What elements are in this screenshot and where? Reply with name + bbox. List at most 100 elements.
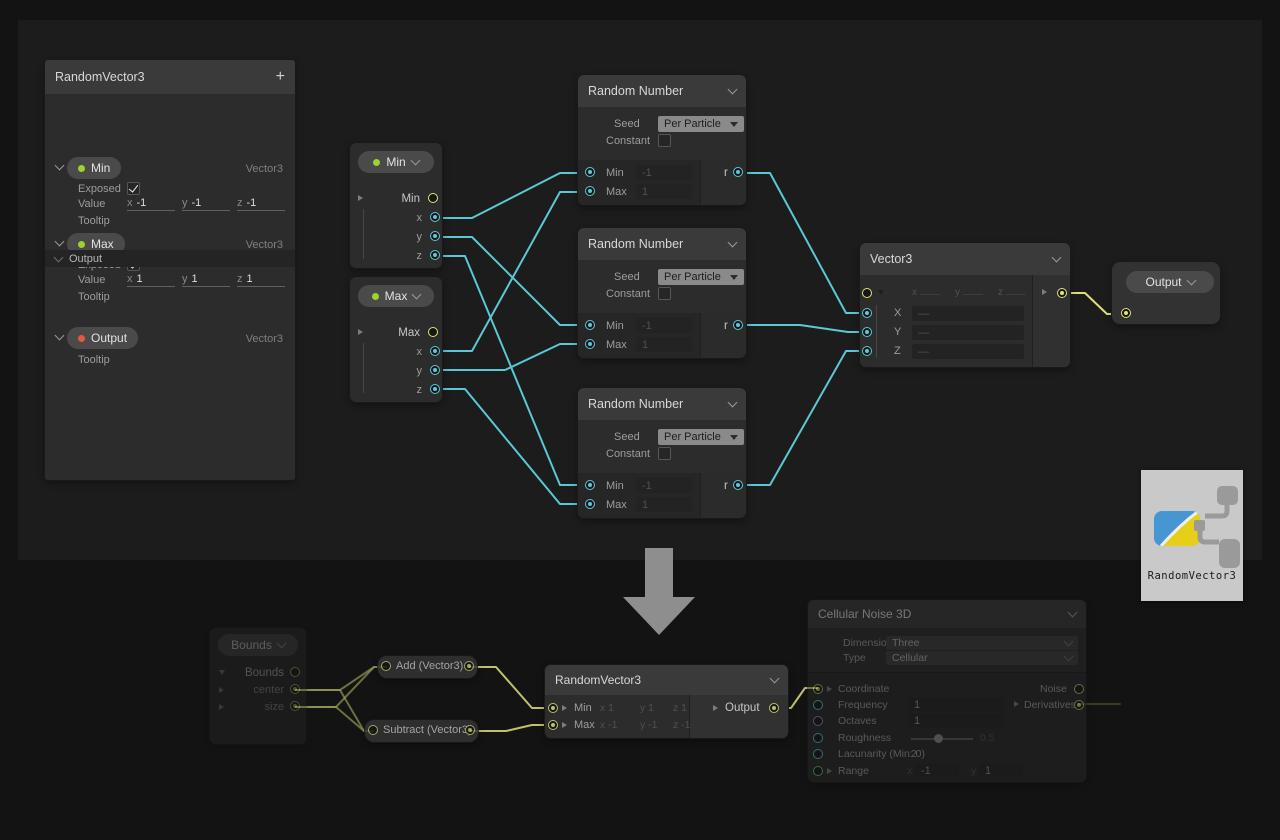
port-rv3-out[interactable] [769, 703, 779, 713]
node-header[interactable]: Random Number [578, 388, 746, 420]
max-field[interactable]: 1 [636, 184, 692, 199]
port-max-composite[interactable] [428, 327, 438, 337]
port-frequency[interactable] [813, 700, 823, 710]
bounds-node[interactable]: Bounds Bounds center size [210, 628, 306, 744]
constant-checkbox[interactable] [658, 287, 671, 300]
random-number-node[interactable]: Random Number Seed Per Particle Constant… [578, 228, 746, 358]
parameter-pill[interactable]: Min [358, 151, 434, 173]
port-rn-r[interactable] [733, 320, 743, 330]
port-max-z[interactable] [430, 384, 440, 394]
value-field-x[interactable]: x 1 [127, 273, 175, 287]
foldout-triangle-icon[interactable] [827, 686, 832, 692]
port-rn-r[interactable] [733, 480, 743, 490]
port-add-out[interactable] [464, 661, 474, 671]
roughness-slider-handle[interactable] [934, 734, 943, 743]
type-dropdown[interactable]: Cellular [886, 651, 1078, 665]
vector3-node[interactable]: Vector3 x y z X — Y — Z — [860, 243, 1070, 367]
subgraph-asset-card[interactable]: RandomVector3 [1141, 470, 1243, 601]
parameter-pill[interactable]: Max [358, 285, 434, 307]
add-vector3-node[interactable]: Add (Vector3) [378, 656, 477, 678]
y-field[interactable]: — [912, 325, 1024, 340]
min-field[interactable]: -1 [636, 165, 692, 180]
value-field-y[interactable]: y 1 [182, 273, 230, 287]
chevron-down-icon[interactable] [770, 674, 780, 684]
port-derivatives-out[interactable] [1074, 700, 1084, 710]
port-min-z[interactable] [430, 250, 440, 260]
port-rn-min[interactable] [585, 167, 595, 177]
property-pill-min[interactable]: Min [67, 157, 121, 179]
blackboard-header[interactable]: RandomVector3 + [45, 60, 295, 94]
port-bounds-center[interactable] [290, 684, 300, 694]
output-pill[interactable]: Output [1126, 271, 1214, 293]
add-property-button[interactable]: + [276, 68, 285, 86]
parameter-pill[interactable]: Bounds [218, 634, 298, 656]
foldout-triangle-icon[interactable] [827, 768, 832, 774]
node-header[interactable]: RandomVector3 [545, 665, 788, 695]
range-y-field[interactable]: 1 [979, 764, 1023, 777]
port-rn-min[interactable] [585, 480, 595, 490]
port-range[interactable] [813, 766, 823, 776]
random-number-node[interactable]: Random Number Seed Per Particle Constant… [578, 388, 746, 518]
cellular-noise-node[interactable]: Cellular Noise 3D Dimensions Three Type … [808, 600, 1086, 782]
port-v3-composite[interactable] [862, 288, 872, 298]
port-rn-max[interactable] [585, 499, 595, 509]
foldout-triangle-icon[interactable] [562, 705, 567, 711]
node-header[interactable]: Cellular Noise 3D [808, 600, 1086, 628]
min-field[interactable]: -1 [636, 318, 692, 333]
max-field[interactable]: 1 [636, 497, 692, 512]
port-roughness[interactable] [813, 733, 823, 743]
chevron-down-icon[interactable] [55, 161, 65, 171]
port-rv3-min[interactable] [548, 703, 558, 713]
port-rv3-max[interactable] [548, 720, 558, 730]
output-node[interactable]: Output [1112, 262, 1220, 324]
seed-dropdown[interactable]: Per Particle [658, 116, 744, 132]
z-field[interactable]: — [912, 344, 1024, 359]
seed-dropdown[interactable]: Per Particle [658, 429, 744, 445]
octaves-field[interactable]: 1 [908, 714, 1003, 727]
port-v3-z[interactable] [862, 346, 872, 356]
parameter-node-max[interactable]: Max Max x y z [350, 277, 442, 402]
frequency-field[interactable]: 1 [908, 698, 1003, 711]
port-rn-r[interactable] [733, 167, 743, 177]
chevron-down-icon[interactable] [728, 85, 738, 95]
port-coordinate[interactable] [813, 684, 823, 694]
chevron-down-icon[interactable] [1052, 253, 1062, 263]
port-lacunarity[interactable] [813, 749, 823, 759]
port-max-y[interactable] [430, 365, 440, 375]
property-pill-output[interactable]: Output [67, 327, 138, 349]
x-field[interactable]: — [912, 306, 1024, 321]
edge-add-rv3min[interactable] [470, 667, 553, 708]
chevron-down-icon[interactable] [55, 331, 65, 341]
port-rn-min[interactable] [585, 320, 595, 330]
port-min-x[interactable] [430, 212, 440, 222]
port-rn-max[interactable] [585, 186, 595, 196]
foldout-triangle-icon[interactable] [219, 687, 224, 693]
randomvector3-node[interactable]: RandomVector3 Min x 1 y 1 z 1 Max x -1 y… [545, 665, 788, 738]
constant-checkbox[interactable] [658, 447, 671, 460]
range-x-field[interactable]: -1 [915, 764, 959, 777]
subtract-vector3-node[interactable]: Subtract (Vector3) [365, 720, 478, 742]
edge-size-sub[interactable] [296, 707, 373, 731]
port-subtract-in[interactable] [368, 725, 378, 735]
port-output-in[interactable] [1121, 308, 1131, 318]
value-field-z[interactable]: z 1 [237, 273, 285, 287]
foldout-triangle-icon[interactable] [358, 195, 363, 201]
min-field[interactable]: -1 [636, 478, 692, 493]
foldout-triangle-icon[interactable] [562, 722, 567, 728]
port-v3-x[interactable] [862, 308, 872, 318]
value-field-y[interactable]: y -1 [182, 197, 230, 211]
foldout-triangle-icon[interactable] [358, 329, 363, 335]
random-number-node[interactable]: Random Number Seed Per Particle Constant… [578, 75, 746, 205]
port-v3-out[interactable] [1057, 288, 1067, 298]
chevron-down-icon[interactable] [1068, 608, 1078, 618]
port-min-composite[interactable] [428, 193, 438, 203]
port-subtract-out[interactable] [465, 725, 475, 735]
port-v3-y[interactable] [862, 327, 872, 337]
port-bounds-out[interactable] [290, 667, 300, 677]
edge-sub-rv3max[interactable] [471, 725, 553, 731]
chevron-down-icon[interactable] [728, 398, 738, 408]
chevron-down-icon[interactable] [55, 237, 65, 247]
dimensions-dropdown[interactable]: Three [886, 636, 1078, 650]
value-field-x[interactable]: x -1 [127, 197, 175, 211]
foldout-triangle-icon[interactable] [219, 704, 224, 710]
